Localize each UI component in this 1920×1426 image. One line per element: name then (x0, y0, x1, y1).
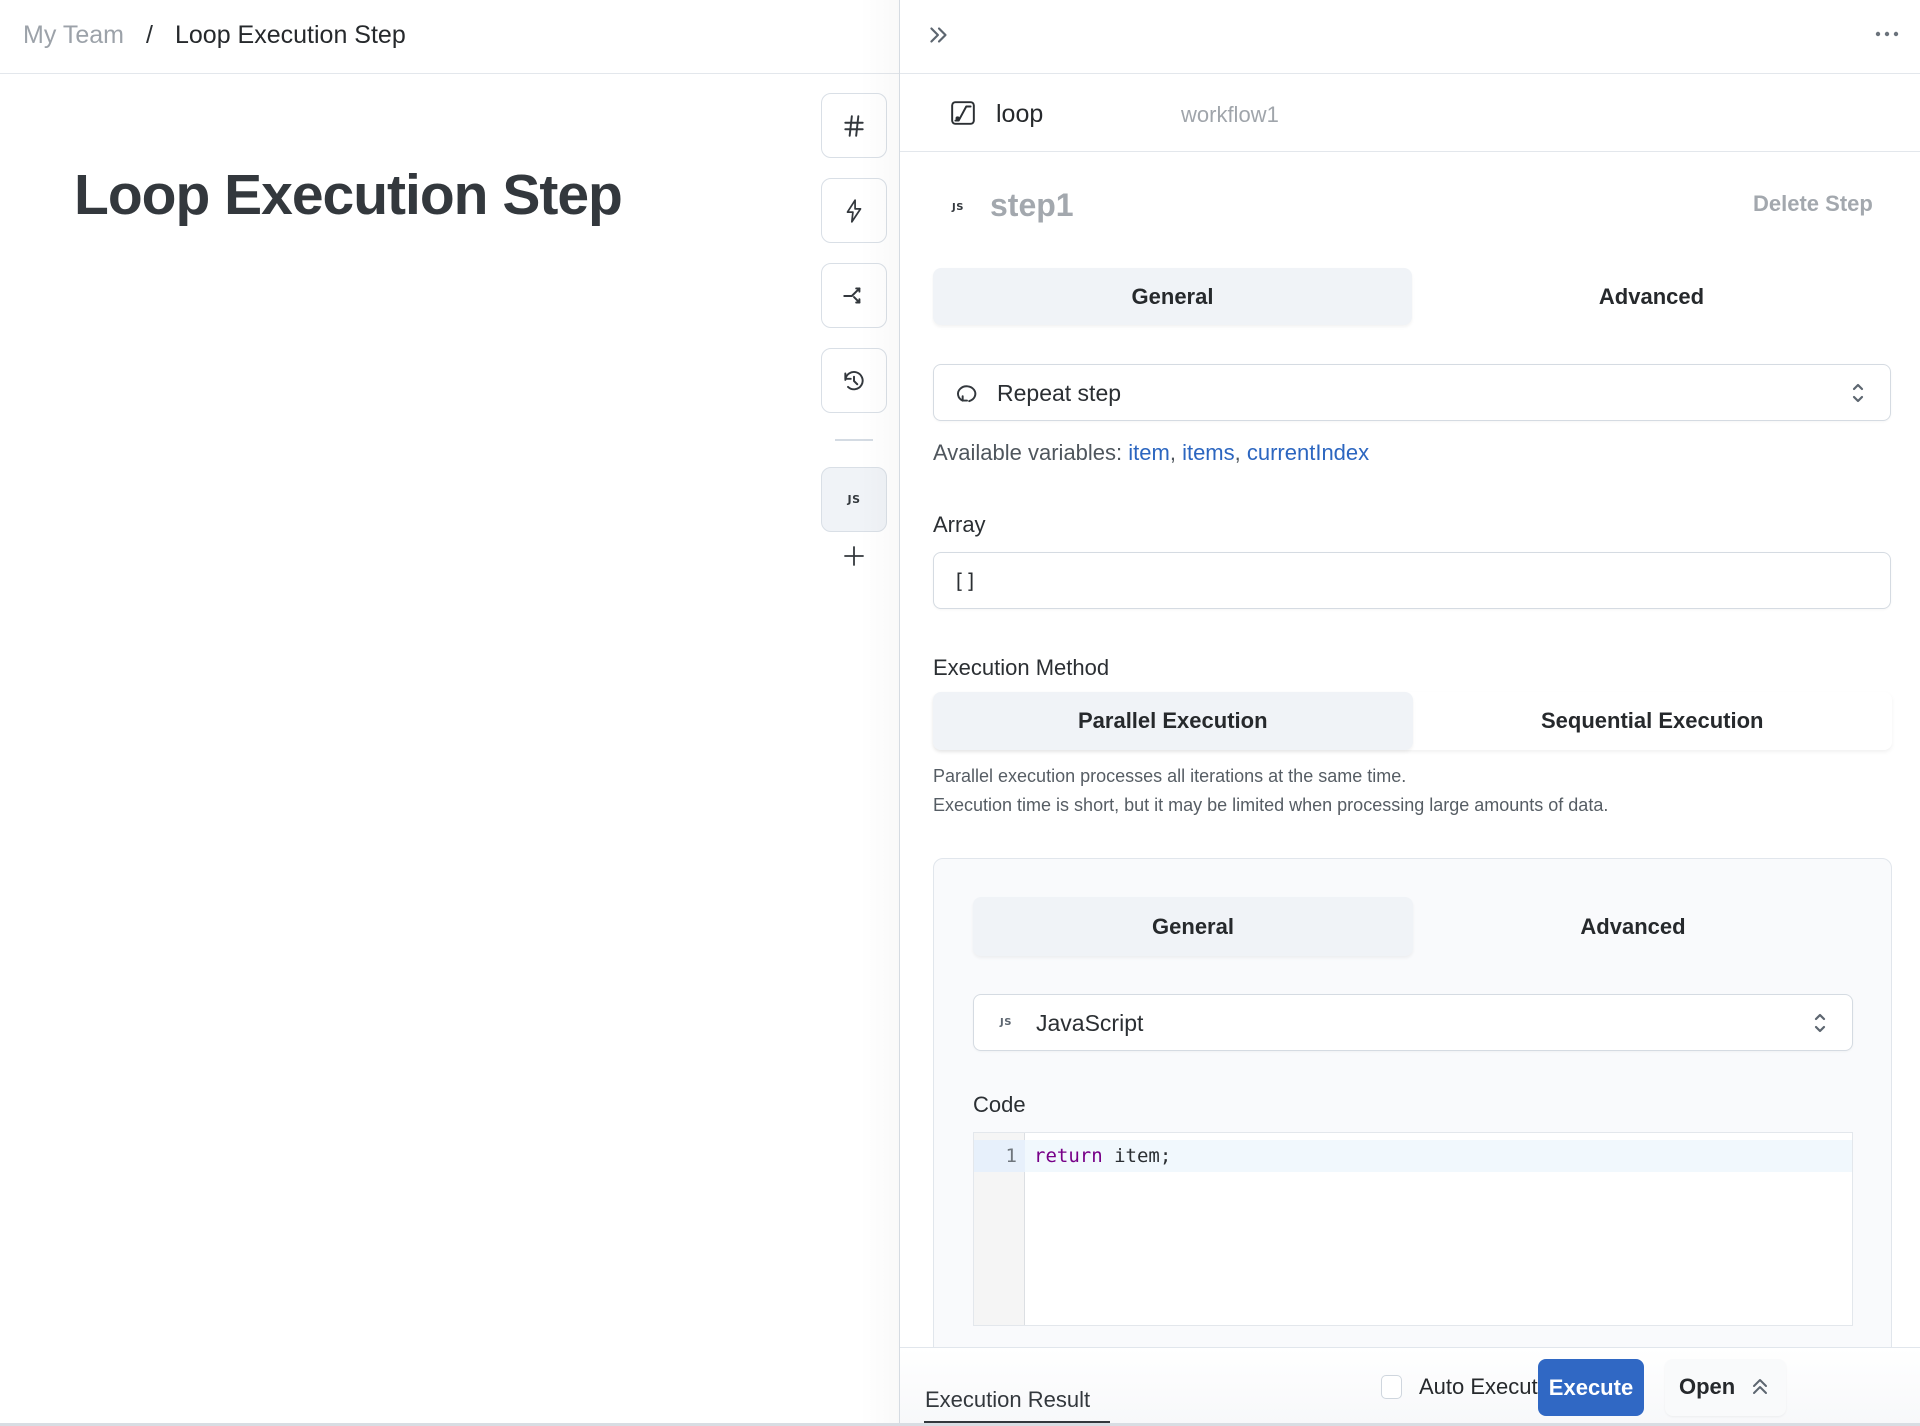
breadcrumb-current: Loop Execution Step (175, 21, 406, 49)
lightning-icon (846, 198, 862, 223)
auto-execution-checkbox[interactable] (1381, 1375, 1402, 1399)
js-icon: JS (847, 493, 861, 506)
execution-result-tab[interactable]: Execution Result (925, 1386, 1090, 1414)
execution-description: Execution time is short, but it may be l… (933, 795, 1609, 815)
hash-icon (844, 114, 864, 137)
code-keyword: return (1034, 1145, 1103, 1167)
variables-prefix: Available variables: (933, 440, 1129, 465)
page-title[interactable]: Loop Execution Step (74, 160, 623, 230)
js-icon: JS (952, 202, 964, 213)
step-tabs: General Advanced (933, 268, 1891, 325)
collapse-panel-button[interactable] (924, 20, 954, 50)
plus-icon (844, 546, 864, 566)
hash-button[interactable] (821, 93, 887, 158)
language-select[interactable]: JS JavaScript (973, 994, 1853, 1051)
loop-mode-value: Repeat step (997, 380, 1122, 406)
variable-separator: , (1234, 440, 1247, 465)
rail-divider (835, 439, 873, 441)
variable-separator: , (1169, 440, 1183, 465)
loop-mode-select[interactable]: Repeat step (933, 364, 1891, 421)
execution-bar: Execution Result Auto Execution Execute … (900, 1347, 1920, 1426)
breadcrumb-team[interactable]: My Team (23, 20, 124, 50)
inner-step-card: General Advanced JS JavaScript Code 1 re… (933, 858, 1892, 1358)
more-options-button[interactable] (1872, 22, 1902, 46)
code-line[interactable]: return item; (1034, 1143, 1171, 1169)
language-value: JavaScript (1036, 1010, 1144, 1036)
delete-step-button[interactable]: Delete Step (1753, 190, 1873, 218)
more-horizontal-icon (1875, 31, 1899, 37)
branch-button[interactable] (821, 263, 887, 328)
repeat-icon (957, 385, 977, 403)
open-label: Open (1679, 1374, 1736, 1399)
tab-general[interactable]: General (933, 268, 1412, 325)
code-label: Code (973, 1092, 1026, 1117)
loop-info-row: loop workflow1 (900, 75, 1920, 152)
inner-step-tabs: General Advanced (973, 897, 1853, 956)
workflow-name: workflow1 (1181, 102, 1279, 127)
variable-link[interactable]: items (1182, 440, 1235, 465)
step-panel: loop workflow1 JS step1 Delete Step Gene… (899, 0, 1920, 1426)
array-label: Array (933, 512, 986, 537)
execution-method-toggle: Parallel Execution Sequential Execution (933, 692, 1892, 750)
variable-link[interactable]: currentIndex (1247, 440, 1369, 465)
variable-link[interactable]: item (1128, 440, 1170, 465)
step-name[interactable]: step1 (990, 185, 1074, 225)
inner-tab-advanced[interactable]: Advanced (1413, 897, 1853, 956)
parallel-execution-option[interactable]: Parallel Execution (933, 692, 1413, 750)
add-step-button[interactable] (841, 543, 867, 569)
execution-method-label: Execution Method (933, 655, 1110, 680)
js-step-button[interactable]: JS (821, 467, 887, 532)
tab-advanced[interactable]: Advanced (1412, 268, 1891, 325)
js-icon: JS (1000, 1017, 1012, 1028)
double-chevron-up-icon (1753, 1379, 1767, 1394)
open-results-button[interactable]: Open (1665, 1359, 1786, 1416)
available-variables: Available variables: item, items, curren… (933, 439, 1369, 467)
code-editor[interactable]: 1 return item; (973, 1132, 1853, 1326)
panel-header (900, 0, 1920, 74)
code-text: item; (1102, 1145, 1172, 1167)
double-chevron-right-icon (930, 27, 947, 43)
chevron-up-down-icon (1852, 383, 1864, 403)
line-number: 1 (1005, 1145, 1017, 1167)
array-input[interactable]: [] (933, 552, 1891, 609)
breadcrumb-separator: / (146, 21, 153, 49)
document-area: My Team / Loop Execution Step Loop Execu… (0, 0, 899, 1426)
inner-tab-general[interactable]: General (973, 897, 1413, 956)
sequential-execution-option[interactable]: Sequential Execution (1413, 692, 1893, 750)
branch-icon (843, 286, 861, 303)
execute-button[interactable]: Execute (1538, 1359, 1644, 1416)
chevron-up-down-icon (1814, 1013, 1826, 1033)
top-bar: My Team / Loop Execution Step (0, 0, 899, 74)
step-header: JS step1 Delete Step (900, 152, 1920, 252)
history-icon (844, 370, 864, 390)
history-button[interactable] (821, 348, 887, 413)
trigger-button[interactable] (821, 178, 887, 243)
execution-description: Parallel execution processes all iterati… (933, 766, 1407, 786)
loop-block-icon (951, 101, 975, 125)
loop-name[interactable]: loop (996, 99, 1043, 129)
